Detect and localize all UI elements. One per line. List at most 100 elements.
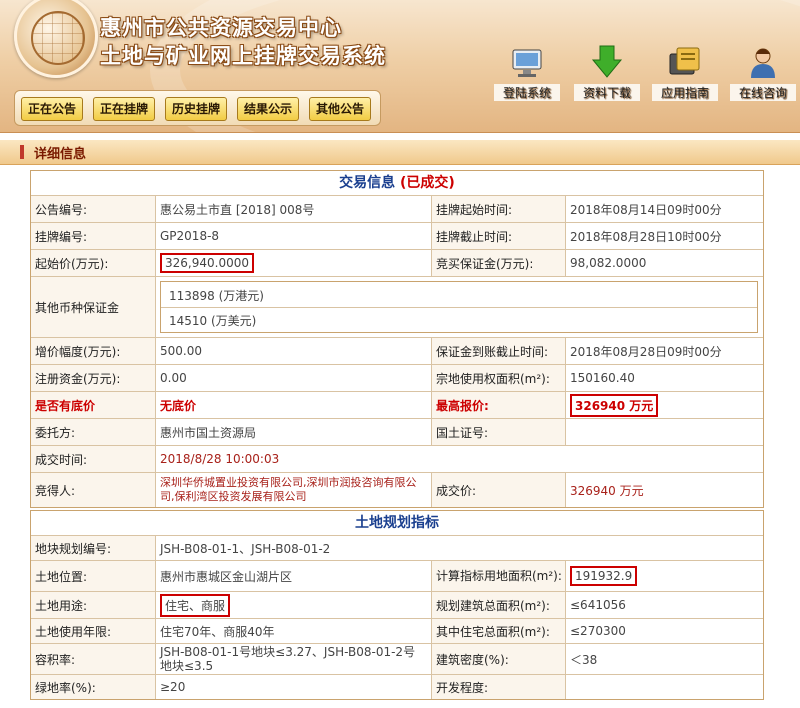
residential-area-label: 其中住宅总面积(m²): (431, 619, 565, 643)
start-time-label: 挂牌起始时间: (431, 196, 565, 222)
table-row: 公告编号: 惠公易土市直 [2018] 008号 挂牌起始时间: 2018年08… (31, 195, 763, 222)
table-row: 委托方: 惠州市国土资源局 国土证号: (31, 418, 763, 445)
use-years-label: 土地使用年限: (31, 619, 155, 643)
trade-info-caption: 交易信息 (已成交) (31, 171, 763, 195)
build-area-value: ≤641056 (565, 592, 763, 618)
table-row: 挂牌编号: GP2018-8 挂牌截止时间: 2018年08月28日10时00分 (31, 222, 763, 249)
guide-label: 应用指南 (652, 84, 718, 101)
table-row: 土地用途: 住宅、商服 规划建筑总面积(m²): ≤641056 (31, 591, 763, 618)
land-plan-table: 土地规划指标 地块规划编号: JSH-B08-01-1、JSH-B08-01-2… (30, 510, 764, 700)
login-system-label: 登陆系统 (494, 84, 560, 101)
plot-no-value: JSH-B08-01-1、JSH-B08-01-2 (155, 536, 763, 560)
main-nav: 正在公告 正在挂牌 历史挂牌 结果公示 其他公告 (14, 90, 381, 126)
calc-area-label: 计算指标用地面积(m²): (431, 561, 565, 591)
deal-price-value: 326940 万元 (565, 473, 763, 507)
support-person-icon (751, 48, 775, 78)
notice-no-label: 公告编号: (31, 196, 155, 222)
table-row: 绿地率(%): ≥20 开发程度: (31, 674, 763, 699)
highest-value: 326940 万元 (570, 393, 659, 417)
nav-history-listing[interactable]: 历史挂牌 (165, 97, 228, 121)
increment-label: 增价幅度(万元): (31, 338, 155, 364)
table-row: 竞得人: 深圳华侨城置业投资有限公司,深圳市润投咨询有限公司,保利湾区投资发展有… (31, 472, 763, 507)
other-deposit-label: 其他币种保证金 (31, 277, 155, 337)
end-time-label: 挂牌截止时间: (431, 223, 565, 249)
download-arrow-icon (591, 45, 623, 78)
build-area-label: 规划建筑总面积(m²): (431, 592, 565, 618)
start-time-value: 2018年08月14日09时00分 (565, 196, 763, 222)
table-row: 注册资金(万元): 0.00 宗地使用权面积(m²): 150160.40 (31, 364, 763, 391)
online-consult-link[interactable]: 在线咨询 (730, 44, 796, 101)
deposit-deadline-label: 保证金到账截止时间: (431, 338, 565, 364)
land-use-label: 土地用途: (31, 592, 155, 618)
globe-icon (31, 11, 85, 65)
land-area-label: 宗地使用权面积(m²): (431, 365, 565, 391)
capital-value: 0.00 (155, 365, 431, 391)
deposit-label: 竞买保证金(万元): (431, 250, 565, 276)
trade-caption-text: 交易信息 (339, 175, 396, 191)
nav-current-listing[interactable]: 正在挂牌 (93, 97, 156, 121)
winner-label: 竞得人: (31, 473, 155, 507)
cert-value (565, 419, 763, 445)
land-plan-caption: 土地规划指标 (31, 511, 763, 535)
section-bar: 详细信息 (0, 140, 800, 165)
other-deposit-usd: 14510 (万美元) (169, 314, 257, 328)
other-deposit-hkd: 113898 (万港元) (169, 289, 264, 303)
nav-result-publicity[interactable]: 结果公示 (237, 97, 300, 121)
dev-degree-value (565, 675, 763, 699)
table-row: 起始价(万元): 326,940.0000 竞买保证金(万元): 98,082.… (31, 249, 763, 276)
site-subtitle: 土地与矿业网上挂牌交易系统 (100, 44, 386, 68)
login-system-link[interactable]: 登陆系统 (494, 44, 560, 101)
land-use-cell: 住宅、商服 (155, 592, 431, 618)
table-row: 土地位置: 惠州市惠城区金山湖片区 计算指标用地面积(m²): 191932.9 (31, 560, 763, 591)
reserve-label: 是否有底价 (31, 392, 155, 418)
listing-no-label: 挂牌编号: (31, 223, 155, 249)
site-title: 惠州市公共资源交易中心 (100, 16, 342, 40)
use-years-value: 住宅70年、商服40年 (155, 619, 431, 643)
increment-value: 500.00 (155, 338, 431, 364)
listing-no-value: GP2018-8 (155, 223, 431, 249)
capital-label: 注册资金(万元): (31, 365, 155, 391)
nav-current-notice[interactable]: 正在公告 (21, 97, 84, 121)
section-marker (20, 145, 24, 159)
table-row: 增价幅度(万元): 500.00 保证金到账截止时间: 2018年08月28日0… (31, 337, 763, 364)
deposit-value: 98,082.0000 (565, 250, 763, 276)
table-row: 是否有底价 无底价 最高报价: 326940 万元 (31, 391, 763, 418)
green-rate-label: 绿地率(%): (31, 675, 155, 699)
table-row: 成交时间: 2018/8/28 10:00:03 (31, 445, 763, 472)
location-label: 土地位置: (31, 561, 155, 591)
trade-info-table: 交易信息 (已成交) 公告编号: 惠公易土市直 [2018] 008号 挂牌起始… (30, 170, 764, 508)
logo (14, 0, 98, 78)
calc-area-cell: 191932.9 (565, 561, 763, 591)
dev-degree-label: 开发程度: (431, 675, 565, 699)
start-price-label: 起始价(万元): (31, 250, 155, 276)
residential-area-value: ≤270300 (565, 619, 763, 643)
deal-time-label: 成交时间: (31, 446, 155, 472)
download-label: 资料下载 (574, 84, 640, 101)
start-price-value: 326,940.0000 (160, 253, 254, 273)
location-value: 惠州市惠城区金山湖片区 (155, 561, 431, 591)
deposit-deadline-value: 2018年08月28日09时00分 (565, 338, 763, 364)
notice-no-value: 惠公易土市直 [2018] 008号 (155, 196, 431, 222)
deal-time-value: 2018/8/28 10:00:03 (155, 446, 763, 472)
trade-status: (已成交) (400, 175, 455, 191)
guide-link[interactable]: 应用指南 (652, 44, 718, 101)
guide-icon (669, 47, 700, 75)
far-label: 容积率: (31, 644, 155, 674)
nav-other-notice[interactable]: 其他公告 (309, 97, 372, 121)
land-area-value: 150160.40 (565, 365, 763, 391)
download-link[interactable]: 资料下载 (574, 44, 640, 101)
table-row: 地块规划编号: JSH-B08-01-1、JSH-B08-01-2 (31, 535, 763, 560)
entrust-value: 惠州市国土资源局 (155, 419, 431, 445)
density-label: 建筑密度(%): (431, 644, 565, 674)
monitor-icon (512, 49, 542, 77)
deal-price-label: 成交价: (431, 473, 565, 507)
land-use-value: 住宅、商服 (160, 593, 231, 617)
highest-label: 最高报价: (431, 392, 565, 418)
green-rate-value: ≥20 (155, 675, 431, 699)
winner-value: 深圳华侨城置业投资有限公司,深圳市润投咨询有限公司,保利湾区投资发展有限公司 (155, 473, 431, 507)
density-value: ＜38 (565, 644, 763, 674)
table-row: 其他币种保证金 113898 (万港元) 14510 (万美元) (31, 276, 763, 337)
entrust-label: 委托方: (31, 419, 155, 445)
reserve-value: 无底价 (155, 392, 431, 418)
highest-cell: 326940 万元 (565, 392, 763, 418)
